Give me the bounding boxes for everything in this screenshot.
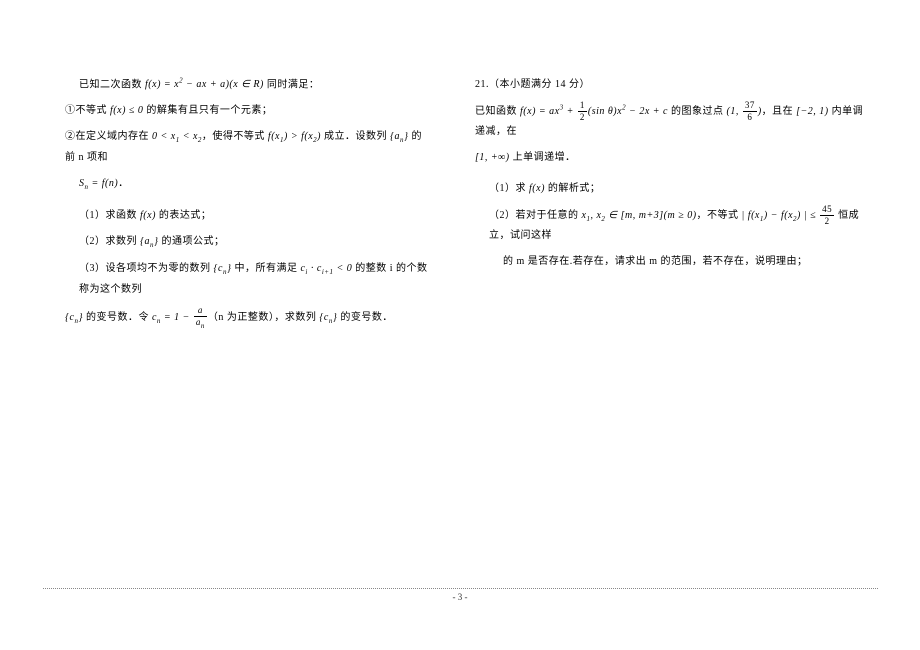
sum-def: Sn = f(n)． — [65, 174, 432, 194]
math-expr: {an} — [140, 236, 159, 247]
text: 的变号数． — [337, 312, 393, 323]
text: （1）求 — [489, 183, 529, 194]
numerator: 37 — [743, 101, 757, 112]
text: ，使得不等式 — [202, 131, 268, 142]
fraction: 12 — [578, 101, 587, 122]
math-expr: (sin θ)x2 − 2x + c — [588, 106, 668, 117]
math-expr: {an} — [390, 131, 409, 142]
problem-stem-1: 已知二次函数 f(x) = x2 − ax + a)(x ∈ R) 同时满足： — [65, 75, 432, 94]
page-footer: - 3 - — [0, 588, 920, 602]
text: ，且在 — [762, 106, 797, 117]
math-expr: | f(x1) − f(x2) | ≤ — [742, 210, 820, 221]
subquestion-2: （2）求数列 {an} 的通项公式； — [65, 232, 432, 252]
footer-divider — [43, 588, 878, 589]
math-expr: f(x) = ax3 + — [520, 106, 577, 117]
denominator: 2 — [820, 216, 834, 226]
text: 的图象过点 — [668, 106, 727, 117]
problem-stem-2: [1, +∞) 上单调递增． — [475, 148, 870, 167]
math-expr: f(x) — [529, 183, 545, 194]
numerator: 45 — [820, 205, 834, 216]
subquestion-1: （1）求 f(x) 的解析式； — [475, 179, 870, 198]
text: ①不等式 — [65, 105, 110, 116]
denominator: 2 — [578, 112, 587, 122]
subquestion-1: （1）求函数 f(x) 的表达式； — [65, 206, 432, 225]
page-number: - 3 - — [0, 592, 920, 602]
text: 的 m 是否存在.若存在，请求出 m 的范围，若不存在，说明理由； — [503, 256, 808, 267]
text: 的变号数．令 — [83, 312, 152, 323]
math-expr: ci · ci+1 < 0 — [300, 263, 352, 274]
math-expr: [−2, 1) — [796, 106, 828, 117]
denominator: an — [194, 317, 207, 330]
math-expr: {cn} — [319, 312, 337, 323]
math-expr: (1, — [726, 106, 741, 117]
math-expr: x1, x2 ∈ [m, m+3](m ≥ 0) — [582, 210, 697, 221]
math-expr: 0 < x1 < x2 — [152, 131, 202, 142]
text: （1）求函数 — [79, 210, 140, 221]
text: （n 为正整数），求数列 — [208, 312, 320, 323]
subquestion-2-cont: 的 m 是否存在.若存在，请求出 m 的范围，若不存在，说明理由； — [475, 252, 870, 271]
math-expr: f(x) ≤ 0 — [110, 105, 143, 116]
math-expr: {cn} — [214, 263, 232, 274]
text: ②在定义域内存在 — [65, 131, 152, 142]
text: （2）若对于任意的 — [489, 210, 582, 221]
text: 上单调递增． — [510, 152, 576, 163]
math-expr: f(x) = x2 − ax + a)(x ∈ R) — [145, 79, 264, 90]
text: ． — [118, 178, 129, 189]
fraction: aan — [194, 306, 207, 330]
text: 已知函数 — [475, 106, 520, 117]
page-content: 已知二次函数 f(x) = x2 − ax + a)(x ∈ R) 同时满足： … — [0, 0, 920, 650]
left-column: 已知二次函数 f(x) = x2 − ax + a)(x ∈ R) 同时满足： … — [0, 0, 460, 650]
text: 的表达式； — [156, 210, 212, 221]
text: 的解析式； — [545, 183, 601, 194]
fraction: 452 — [820, 205, 834, 226]
problem-header: 21.（本小题满分 14 分） — [475, 75, 870, 94]
problem-stem-1: 已知函数 f(x) = ax3 + 12(sin θ)x2 − 2x + c 的… — [475, 101, 870, 141]
math-expr: cn = 1 − — [152, 312, 193, 323]
condition-1: ①不等式 f(x) ≤ 0 的解集有且只有一个元素； — [65, 101, 432, 120]
subquestion-2: （2）若对于任意的 x1, x2 ∈ [m, m+3](m ≥ 0)，不等式 |… — [475, 205, 870, 245]
denominator: 6 — [743, 112, 757, 122]
text: （3）设各项均不为零的数列 — [79, 263, 214, 274]
math-expr: Sn = f(n) — [79, 178, 118, 189]
subquestion-3-cont: {cn} 的变号数．令 cn = 1 − aan（n 为正整数），求数列 {cn… — [65, 306, 432, 330]
subquestion-3: （3）设各项均不为零的数列 {cn} 中，所有满足 ci · ci+1 < 0 … — [65, 259, 432, 298]
math-expr: f(x) — [140, 210, 156, 221]
numerator: a — [194, 306, 207, 317]
text: 中，所有满足 — [231, 263, 300, 274]
math-expr: f(x1) > f(x2) — [268, 131, 321, 142]
math-expr: [1, +∞) — [475, 152, 510, 163]
condition-2: ②在定义域内存在 0 < x1 < x2，使得不等式 f(x1) > f(x2)… — [65, 127, 432, 166]
text: 成立．设数列 — [321, 131, 390, 142]
math-expr: {cn} — [65, 312, 83, 323]
fraction: 376 — [743, 101, 757, 122]
text: ，不等式 — [697, 210, 742, 221]
text: 同时满足： — [264, 79, 320, 90]
right-column: 21.（本小题满分 14 分） 已知函数 f(x) = ax3 + 12(sin… — [460, 0, 920, 650]
numerator: 1 — [578, 101, 587, 112]
text: 的解集有且只有一个元素； — [143, 105, 272, 116]
text: 已知二次函数 — [79, 79, 145, 90]
text: 的通项公式； — [159, 236, 225, 247]
text: （2）求数列 — [79, 236, 140, 247]
